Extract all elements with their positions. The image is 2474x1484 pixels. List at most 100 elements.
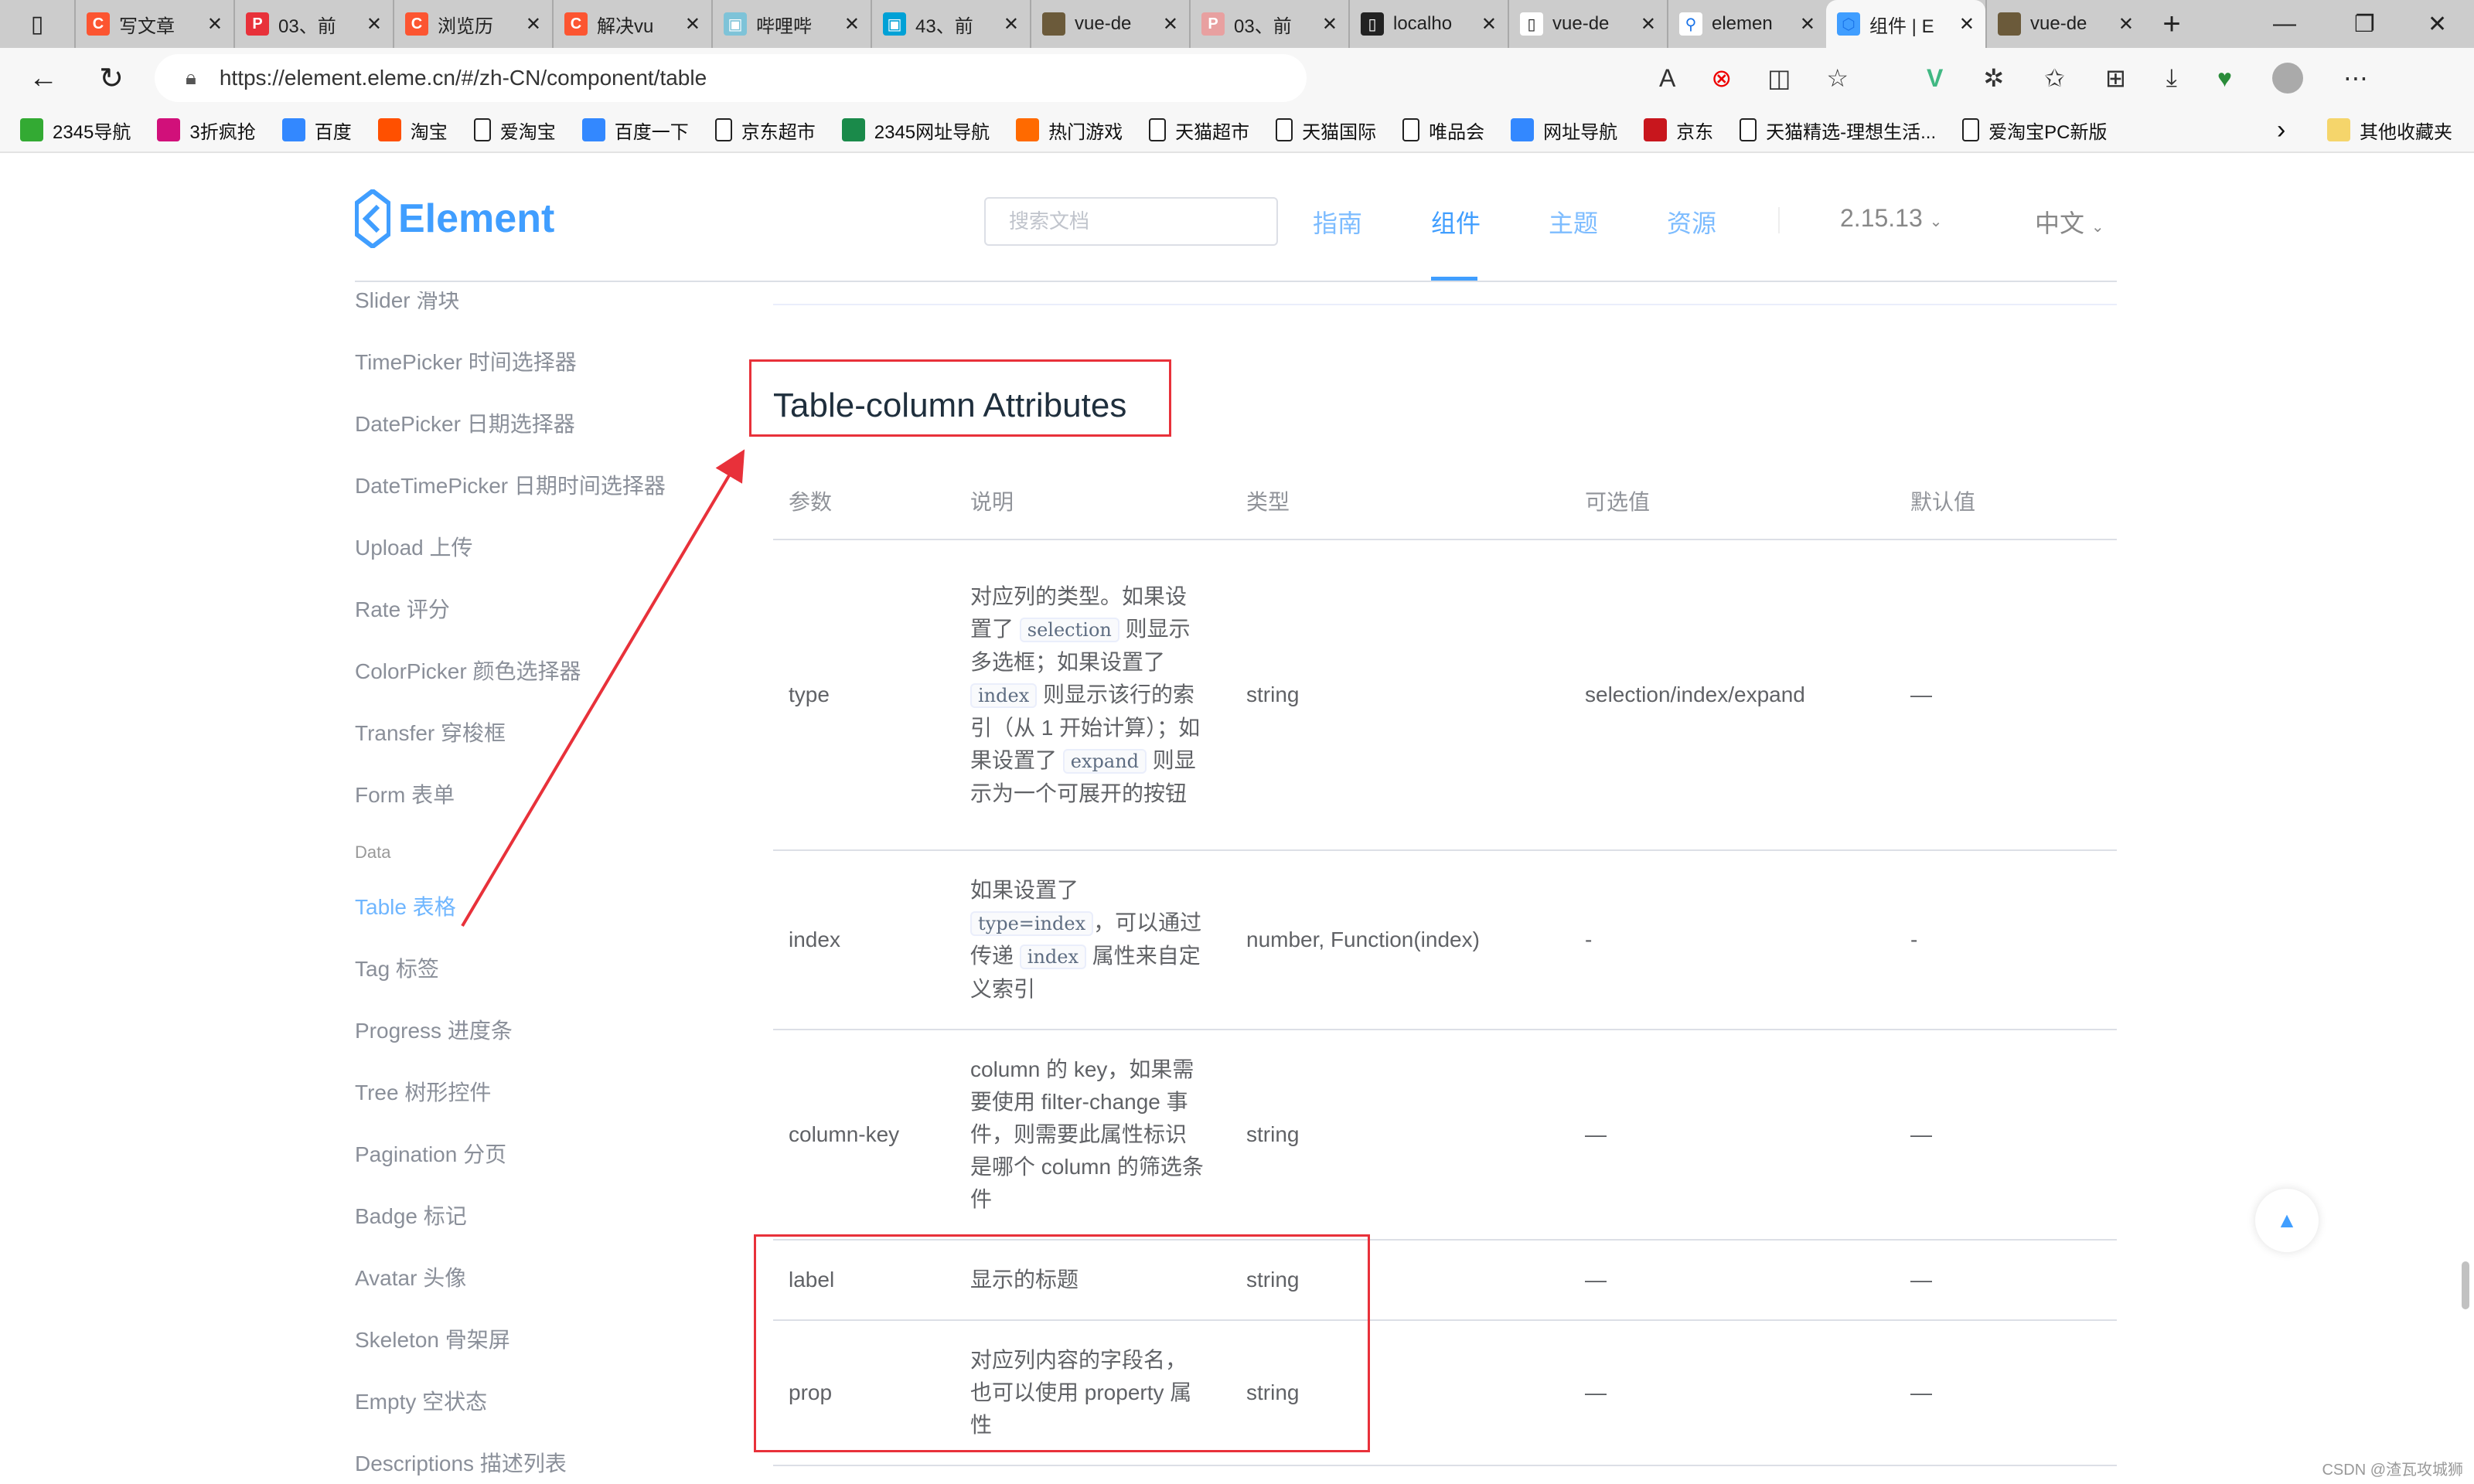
sidebar-item[interactable]: ColorPicker 颜色选择器 <box>355 655 581 686</box>
browser-tab[interactable]: P 03、前 ✕ <box>1189 0 1348 48</box>
back-button[interactable]: ← <box>9 62 77 95</box>
bookmark-item[interactable]: 热门游戏 <box>1016 117 1123 144</box>
browser-tab[interactable]: ▯ localho ✕ <box>1348 0 1508 48</box>
close-icon[interactable]: ✕ <box>1641 13 1656 36</box>
favorites-icon[interactable]: ✩ <box>2044 63 2065 93</box>
bookmark-label: 百度 <box>314 121 352 143</box>
bookmark-item[interactable]: 3折疯抢 <box>157 117 256 144</box>
close-icon[interactable]: ✕ <box>1481 13 1497 36</box>
back-to-top-button[interactable]: ▲ <box>2255 1189 2319 1252</box>
bookmark-item[interactable]: 淘宝 <box>377 117 448 144</box>
sidebar-item[interactable]: Upload 上传 <box>355 531 473 562</box>
browser-tab[interactable]: ▣ 43、前 ✕ <box>871 0 1030 48</box>
sidebar-item[interactable]: Form 表单 <box>355 778 455 809</box>
sidebar-item[interactable]: DateTimePicker 日期时间选择器 <box>355 469 666 500</box>
sidebar-item[interactable]: Descriptions 描述列表 <box>355 1447 567 1478</box>
bookmark-icon <box>1276 118 1293 141</box>
bookmark-item[interactable]: 2345网址导航 <box>841 117 990 144</box>
vue-devtools-icon[interactable]: V <box>1927 64 1943 93</box>
collections-icon[interactable]: ⊞ <box>2105 63 2126 93</box>
tab-label: 写文章 <box>119 15 175 37</box>
sidebar-item[interactable]: Table 表格 <box>355 890 456 921</box>
language-select[interactable]: 中文 ⌄ <box>2035 204 2104 240</box>
browser-tab[interactable]: vue-de ✕ <box>1985 0 2145 48</box>
close-icon[interactable]: ✕ <box>366 13 382 36</box>
close-icon[interactable]: ✕ <box>1322 13 1338 36</box>
sidebar-item[interactable]: Rate 评分 <box>355 593 450 624</box>
close-icon[interactable]: ✕ <box>844 13 860 36</box>
bookmark-item[interactable]: 爱淘宝PC新版 <box>1962 117 2107 144</box>
profile-avatar[interactable] <box>2271 63 2303 94</box>
bookmark-item[interactable]: 天猫国际 <box>1276 117 1376 144</box>
minimize-button[interactable]: — <box>2273 0 2296 48</box>
nav-guide[interactable]: 指南 <box>1313 204 1362 240</box>
close-icon[interactable]: ✕ <box>1800 13 1815 36</box>
sidebar-item[interactable]: Pagination 分页 <box>355 1138 506 1169</box>
download-icon[interactable]: ⤓ <box>2166 63 2177 93</box>
bookmark-item[interactable]: 爱淘宝 <box>473 117 556 144</box>
sidebar-item[interactable]: DatePicker 日期选择器 <box>355 407 575 438</box>
bookmark-item[interactable]: 百度一下 <box>581 117 689 144</box>
tab-label: 组件 | E <box>1869 15 1934 37</box>
close-icon[interactable]: ✕ <box>526 13 541 36</box>
split-screen-icon[interactable]: ◫ <box>1767 63 1791 93</box>
read-aloud-icon[interactable]: A <box>1659 64 1675 93</box>
url-field[interactable]: 🔒︎ https://element.eleme.cn/#/zh-CN/comp… <box>155 54 1307 102</box>
nav-resource[interactable]: 资源 <box>1667 204 1716 240</box>
close-icon[interactable]: ✕ <box>1163 13 1178 36</box>
browser-tab[interactable]: C 解决vu ✕ <box>552 0 711 48</box>
bookmark-item[interactable]: 天猫精选-理想生活... <box>1740 117 1936 144</box>
sidebar-item[interactable]: Transfer 穿梭框 <box>355 716 506 747</box>
restore-button[interactable]: ❐ <box>2354 0 2375 48</box>
close-icon[interactable]: ✕ <box>207 13 223 36</box>
close-window-button[interactable]: ✕ <box>2428 0 2447 48</box>
bookmark-item[interactable]: 京东 <box>1644 117 1713 144</box>
refresh-button[interactable]: ↻ <box>77 61 145 96</box>
sidebar-item[interactable]: Avatar 头像 <box>355 1261 466 1292</box>
more-menu-icon[interactable]: ⋯ <box>2343 63 2368 93</box>
version-select[interactable]: 2.15.13 ⌄ <box>1840 204 1942 233</box>
bookmark-item[interactable]: 2345导航 <box>20 117 131 144</box>
close-icon[interactable]: ✕ <box>1959 13 1975 36</box>
sidebar-item[interactable]: Tag 标签 <box>355 952 439 983</box>
new-tab-button[interactable]: + <box>2145 7 2199 42</box>
browser-tab[interactable]: vue-de ✕ <box>1030 0 1189 48</box>
health-icon[interactable]: ♥ <box>2217 64 2232 93</box>
sidebar-item[interactable]: Slider 滑块 <box>355 291 459 315</box>
bookmarks-overflow-icon[interactable]: › <box>2277 115 2285 145</box>
sidebar-item[interactable]: TimePicker 时间选择器 <box>355 345 577 376</box>
other-bookmarks-folder[interactable]: 其他收藏夹 <box>2327 117 2452 144</box>
search-docs-input[interactable]: 搜索文档 <box>984 197 1278 246</box>
nav-theme[interactable]: 主题 <box>1549 204 1598 240</box>
extensions-icon[interactable]: ✲ <box>1983 63 2004 93</box>
tracking-icon[interactable]: ⊗ <box>1711 63 1732 93</box>
bookmark-item[interactable]: 唯品会 <box>1402 117 1484 144</box>
browser-tab[interactable]: C 浏览历 ✕ <box>393 0 552 48</box>
sidebar-item[interactable]: Empty 空状态 <box>355 1385 487 1416</box>
browser-tab[interactable]: ▯ vue-de ✕ <box>1508 0 1667 48</box>
sidebar-item[interactable]: Tree 树形控件 <box>355 1076 491 1107</box>
browser-tab[interactable]: C 写文章 ✕ <box>74 0 233 48</box>
page-scrollbar[interactable] <box>2462 1261 2469 1309</box>
close-icon[interactable]: ✕ <box>1004 13 1019 36</box>
close-icon[interactable]: ✕ <box>2118 13 2134 36</box>
bookmark-item[interactable]: 百度 <box>281 117 352 144</box>
cell-default: — <box>1895 1240 2117 1321</box>
sidebar-item[interactable]: Skeleton 骨架屏 <box>355 1323 510 1354</box>
tab-actions-icon[interactable]: ▯ <box>0 0 74 48</box>
element-logo[interactable]: Element <box>355 189 554 248</box>
bookmark-item[interactable]: 京东超市 <box>714 117 816 144</box>
close-icon[interactable]: ✕ <box>685 13 700 36</box>
browser-tab[interactable]: ▣ 哔哩哔 ✕ <box>711 0 871 48</box>
browser-tab[interactable]: ⚲ elemen ✕ <box>1667 0 1826 48</box>
bookmark-item[interactable]: 天猫超市 <box>1149 117 1249 144</box>
sidebar-item[interactable]: Progress 进度条 <box>355 1014 513 1045</box>
browser-tab[interactable]: ⬡ 组件 | E ✕ <box>1826 0 1985 48</box>
cell-default: — <box>1895 1030 2117 1241</box>
bookmark-item[interactable]: 网址导航 <box>1511 117 1617 144</box>
nav-component[interactable]: 组件 <box>1431 204 1481 240</box>
browser-tab[interactable]: P 03、前 ✕ <box>233 0 393 48</box>
sidebar-item[interactable]: Badge 标记 <box>355 1200 467 1230</box>
tab-label: 43、前 <box>915 15 973 37</box>
favorite-star-icon[interactable]: ☆ <box>1826 63 1849 93</box>
